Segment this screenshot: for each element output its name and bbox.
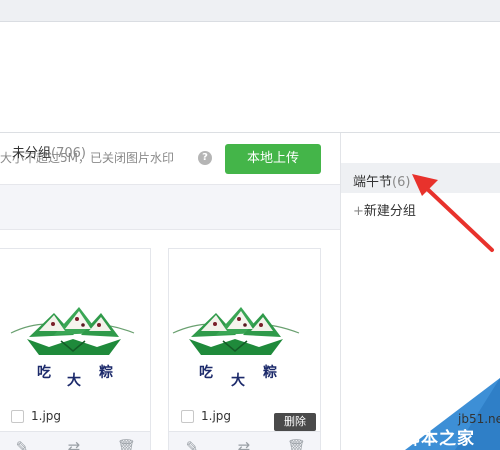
- select-checkbox[interactable]: [11, 410, 24, 423]
- header-area: [0, 22, 500, 117]
- group-label: 未分组: [12, 146, 52, 161]
- zongzi-image: 吃 大 粽: [10, 307, 135, 389]
- zongzi-illustration: [172, 307, 300, 355]
- image-card[interactable]: 吃 大 粽 1.jpg ✎ ⇄ 🗑: [0, 248, 151, 450]
- delete-icon[interactable]: 🗑: [287, 438, 306, 450]
- card-actions: ✎ ⇄ 🗑: [169, 431, 320, 450]
- filename: 1.jpg: [201, 409, 232, 423]
- edit-icon[interactable]: ✎: [183, 438, 201, 450]
- delete-tooltip: 删除: [274, 413, 316, 431]
- caption-char-1: 吃: [37, 364, 51, 381]
- plus-icon: +: [353, 204, 364, 219]
- card-actions: ✎ ⇄ 🗑: [0, 431, 150, 450]
- help-icon[interactable]: ?: [198, 151, 212, 165]
- delete-icon[interactable]: 🗑: [117, 438, 136, 450]
- group-count: (706): [51, 146, 86, 161]
- red-arrow-annotation: [412, 174, 494, 252]
- move-icon[interactable]: ⇄: [235, 438, 253, 450]
- zongzi-image: 吃 大 粽: [172, 307, 300, 389]
- caption-char-3: 粽: [263, 364, 277, 381]
- filename: 1.jpg: [31, 409, 62, 423]
- toolbar-band: [0, 184, 340, 230]
- zongzi-illustration: [10, 307, 135, 355]
- top-bar: [0, 0, 500, 22]
- local-upload-button[interactable]: 本地上传: [225, 144, 321, 174]
- select-checkbox[interactable]: [181, 410, 194, 423]
- caption-char-2: 大: [231, 372, 245, 389]
- caption-char-3: 粽: [99, 364, 113, 381]
- watermark-brand: 脚本之家: [403, 429, 475, 449]
- group-item-ungrouped[interactable]: 未分组(706): [12, 142, 86, 161]
- caption-char-2: 大: [67, 372, 81, 389]
- group-label: 端午节: [353, 175, 393, 190]
- move-icon[interactable]: ⇄: [65, 438, 83, 450]
- caption-char-1: 吃: [199, 364, 213, 381]
- edit-icon[interactable]: ✎: [13, 438, 31, 450]
